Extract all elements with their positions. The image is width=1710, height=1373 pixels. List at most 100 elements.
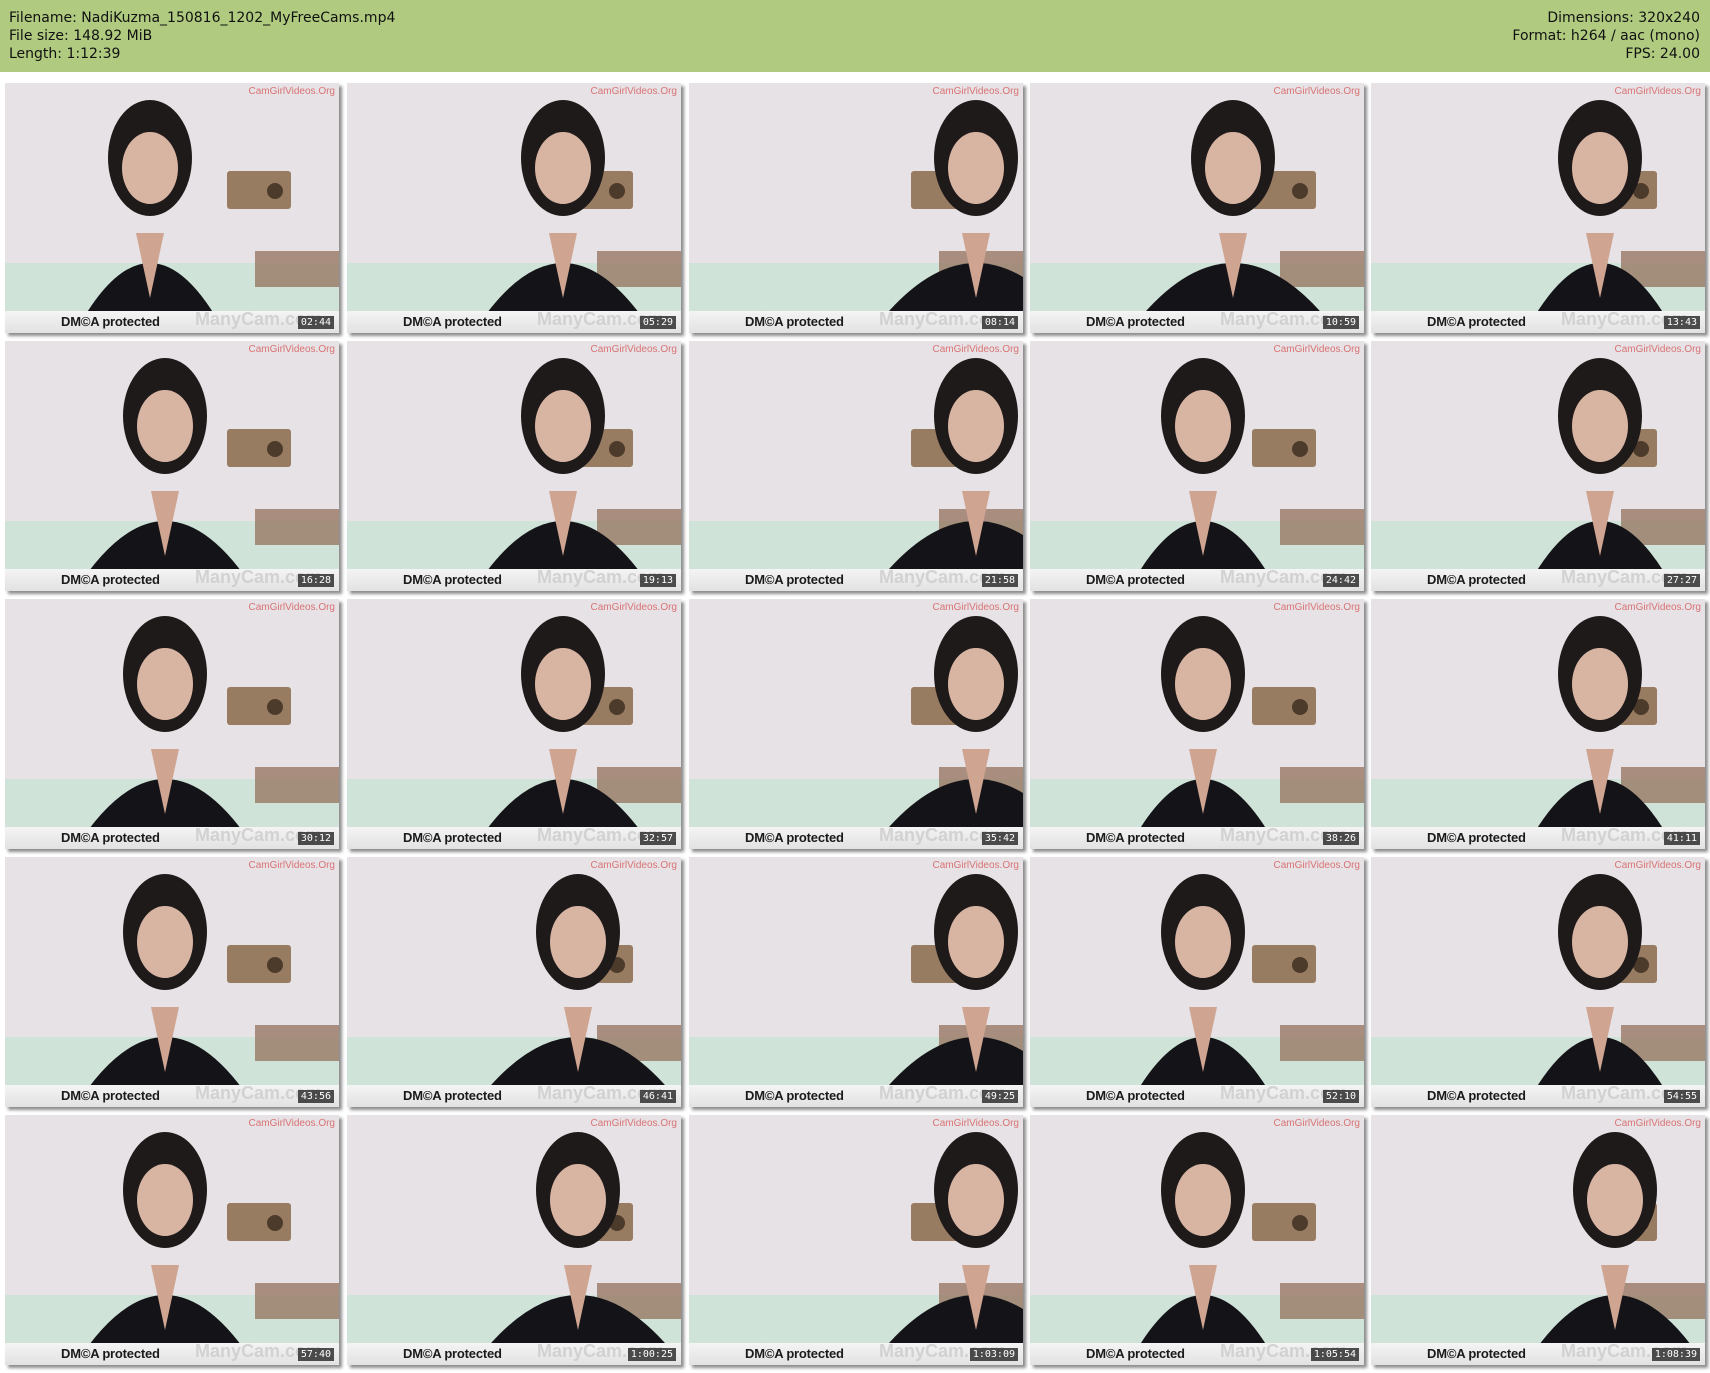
video-frame [5,1115,339,1365]
dmca-watermark: DM©A protected [745,1088,844,1103]
timestamp-label: 21:58 [981,574,1018,587]
video-frame [347,857,681,1107]
dmca-watermark: DM©A protected [403,830,502,845]
timestamp-label: 08:14 [981,316,1018,329]
site-watermark: CamGirlVideos.Org [1273,602,1360,613]
video-thumbnail: CamGirlVideos.Org DM©A protected ManyCam.c… [1030,83,1364,333]
site-watermark: CamGirlVideos.Org [590,1118,677,1129]
timestamp-label: 46:41 [639,1090,676,1103]
dmca-watermark: DM©A protected [403,314,502,329]
video-thumbnail: CamGirlVideos.Org DM©A protected ManyCam.c… [1371,599,1705,849]
video-thumbnail: CamGirlVideos.Org DM©A protected ManyCam.c… [5,341,339,591]
video-thumbnail: CamGirlVideos.Org DM©A protected ManyCam.c… [1371,857,1705,1107]
site-watermark: CamGirlVideos.Org [248,602,335,613]
timestamp-label: 43:56 [297,1090,334,1103]
timestamp-label: 35:42 [981,832,1018,845]
site-watermark: CamGirlVideos.Org [1614,86,1701,97]
timestamp-label: 27:27 [1663,574,1700,587]
site-watermark: CamGirlVideos.Org [590,602,677,613]
video-thumbnail: CamGirlVideos.Org DM©A protected ManyCam.c… [5,599,339,849]
video-thumbnail: CamGirlVideos.Org DM©A protected ManyCam.c… [5,83,339,333]
video-frame [347,83,681,333]
dmca-watermark: DM©A protected [1427,830,1526,845]
dmca-watermark: DM©A protected [403,1346,502,1361]
video-thumbnail: CamGirlVideos.Org DM©A protected ManyCam.c… [347,857,681,1107]
video-thumbnail: CamGirlVideos.Org DM©A protected ManyCam.c… [1030,857,1364,1107]
timestamp-label: 05:29 [639,316,676,329]
timestamp-label: 49:25 [981,1090,1018,1103]
site-watermark: CamGirlVideos.Org [248,860,335,871]
video-thumbnail: CamGirlVideos.Org DM©A protected ManyCam.c… [347,83,681,333]
video-frame [1371,83,1705,333]
dmca-watermark: DM©A protected [61,1088,160,1103]
timestamp-label: 52:10 [1322,1090,1359,1103]
video-thumbnail: CamGirlVideos.Org DM©A protected ManyCam.c… [1030,341,1364,591]
timestamp-label: 38:26 [1322,832,1359,845]
video-thumbnail: CamGirlVideos.Org DM©A protected ManyCam.c… [1030,1115,1364,1365]
timestamp-label: 54:55 [1663,1090,1700,1103]
timestamp-label: 02:44 [297,316,334,329]
timestamp-label: 13:43 [1663,316,1700,329]
site-watermark: CamGirlVideos.Org [932,602,1019,613]
timestamp-label: 32:57 [639,832,676,845]
site-watermark: CamGirlVideos.Org [1614,1118,1701,1129]
video-frame [5,83,339,333]
timestamp-label: 41:11 [1663,832,1700,845]
video-frame [689,857,1023,1107]
video-thumbnail: CamGirlVideos.Org DM©A protected ManyCam.c… [1371,83,1705,333]
site-watermark: CamGirlVideos.Org [248,1118,335,1129]
dmca-watermark: DM©A protected [745,1346,844,1361]
video-thumbnail: CamGirlVideos.Org DM©A protected ManyCam.c… [1371,1115,1705,1365]
site-watermark: CamGirlVideos.Org [1273,344,1360,355]
dmca-watermark: DM©A protected [1427,1088,1526,1103]
video-thumbnail: CamGirlVideos.Org DM©A protected ManyCam.c… [347,1115,681,1365]
site-watermark: CamGirlVideos.Org [590,860,677,871]
video-thumbnail: CamGirlVideos.Org DM©A protected ManyCam.c… [689,83,1023,333]
video-frame [5,341,339,591]
video-frame [1371,341,1705,591]
timestamp-label: 57:40 [297,1348,334,1361]
dmca-watermark: DM©A protected [1086,572,1185,587]
site-watermark: CamGirlVideos.Org [1614,860,1701,871]
video-frame [5,599,339,849]
video-frame [689,1115,1023,1365]
site-watermark: CamGirlVideos.Org [1273,860,1360,871]
dmca-watermark: DM©A protected [61,830,160,845]
site-watermark: CamGirlVideos.Org [1614,602,1701,613]
video-thumbnail: CamGirlVideos.Org DM©A protected ManyCam.c… [347,341,681,591]
video-frame [1030,857,1364,1107]
site-watermark: CamGirlVideos.Org [1273,1118,1360,1129]
dmca-watermark: DM©A protected [1427,1346,1526,1361]
video-frame [689,341,1023,591]
site-watermark: CamGirlVideos.Org [1614,344,1701,355]
dmca-watermark: DM©A protected [1086,1088,1185,1103]
timestamp-label: 10:59 [1322,316,1359,329]
video-frame [5,857,339,1107]
site-watermark: CamGirlVideos.Org [590,86,677,97]
dmca-watermark: DM©A protected [1086,1346,1185,1361]
dmca-watermark: DM©A protected [403,1088,502,1103]
timestamp-label: 1:03:09 [969,1348,1018,1361]
dmca-watermark: DM©A protected [61,314,160,329]
video-thumbnail: CamGirlVideos.Org DM©A protected ManyCam.c… [689,341,1023,591]
video-frame [1030,341,1364,591]
timestamp-label: 1:00:25 [627,1348,676,1361]
site-watermark: CamGirlVideos.Org [248,344,335,355]
site-watermark: CamGirlVideos.Org [932,344,1019,355]
video-thumbnail: CamGirlVideos.Org DM©A protected ManyCam.c… [689,1115,1023,1365]
video-thumbnail: CamGirlVideos.Org DM©A protected ManyCam.c… [689,857,1023,1107]
dmca-watermark: DM©A protected [745,830,844,845]
video-frame [347,599,681,849]
site-watermark: CamGirlVideos.Org [932,86,1019,97]
timestamp-label: 30:12 [297,832,334,845]
timestamp-label: 1:08:39 [1651,1348,1700,1361]
video-frame [1371,857,1705,1107]
timestamp-label: 24:42 [1322,574,1359,587]
site-watermark: CamGirlVideos.Org [932,860,1019,871]
timestamp-label: 19:13 [639,574,676,587]
site-watermark: CamGirlVideos.Org [1273,86,1360,97]
video-frame [1030,83,1364,333]
video-frame [689,599,1023,849]
dmca-watermark: DM©A protected [745,314,844,329]
video-frame [1030,1115,1364,1365]
